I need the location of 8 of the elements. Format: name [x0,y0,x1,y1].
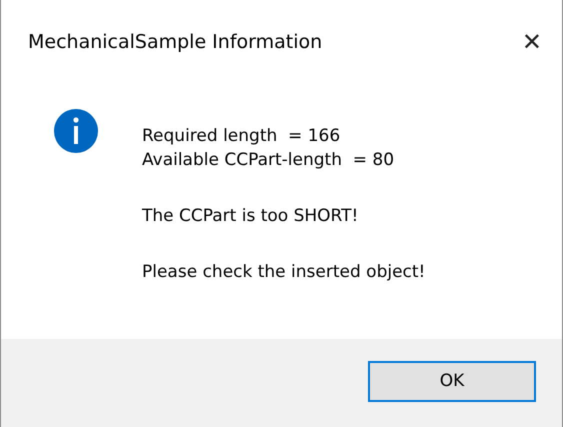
message-text: Available CCPart-length = 80 [142,149,396,172]
message-text: Please check the inserted object! [142,261,426,284]
information-icon [53,108,99,154]
message-text: Required length = 166 [142,125,342,148]
window-title: MechanicalSample Information [28,30,322,55]
close-button[interactable]: ✕ [516,30,548,54]
message-text: The CCPart is too SHORT! [142,205,360,228]
ok-button[interactable]: OK [368,361,536,402]
